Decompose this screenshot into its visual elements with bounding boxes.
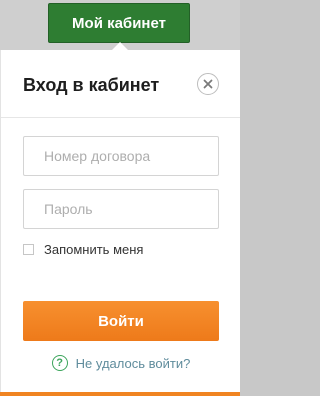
password-input[interactable] <box>23 189 219 229</box>
contract-number-input[interactable] <box>23 136 219 176</box>
login-help-link[interactable]: Не удалось войти? <box>76 356 191 371</box>
question-icon: ? <box>51 355 68 371</box>
remember-me-label: Запомнить меня <box>44 241 144 257</box>
popup-title: Вход в кабинет <box>23 75 160 95</box>
login-button[interactable]: Войти <box>23 301 219 341</box>
remember-me-checkbox[interactable] <box>23 243 34 255</box>
close-icon <box>203 79 213 89</box>
my-cabinet-button[interactable]: Мой кабинет <box>48 3 190 43</box>
help-row: ? Не удалось войти? <box>1 353 241 373</box>
accent-bar <box>0 392 240 396</box>
login-popup: Вход в кабинет Запомнить меня Войти ? Не… <box>0 50 240 396</box>
popup-pointer <box>111 42 129 51</box>
popup-header: Вход в кабинет <box>1 50 240 118</box>
close-button[interactable] <box>197 73 219 95</box>
remember-me-row[interactable]: Запомнить меня <box>23 240 143 258</box>
